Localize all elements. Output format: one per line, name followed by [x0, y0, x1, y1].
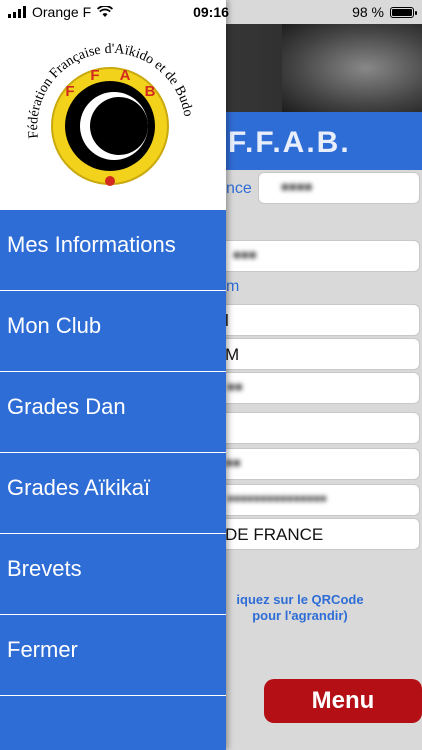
menu-item-label: Mon Club: [7, 313, 102, 338]
battery-percent: 98 %: [352, 4, 384, 20]
logo-letter-1: F: [65, 83, 74, 100]
menu-item-label: Grades Aïkikaï: [7, 475, 151, 500]
logo-letter-4: B: [145, 83, 156, 100]
portrait-image: [282, 24, 422, 112]
logo-area: Fédération Française d'Aïkido et de Budo…: [0, 0, 226, 210]
name-value: ■■■: [233, 247, 257, 262]
menu-item-label: Grades Dan: [7, 394, 126, 419]
section-label: m: [226, 278, 240, 295]
license-label: nce: [226, 180, 252, 197]
menu-item-label: Fermer: [7, 637, 78, 662]
side-drawer: Fédération Française d'Aïkido et de Budo…: [0, 0, 226, 750]
menu-item-label: Brevets: [7, 556, 82, 581]
menu-item-brevets[interactable]: Brevets: [0, 534, 226, 615]
field-row-3-value: ■■: [227, 379, 243, 394]
menu-button[interactable]: Menu: [264, 679, 422, 723]
ffab-logo: Fédération Française d'Aïkido et de Budo…: [26, 42, 195, 186]
license-field: ■■■■: [258, 172, 420, 204]
menu-item-label: Mes Informations: [7, 232, 176, 257]
menu-item-grades-aikikai[interactable]: Grades Aïkikaï: [0, 453, 226, 534]
country-value: DE FRANCE: [225, 525, 324, 544]
status-bar: Orange F 09:16 98 %: [0, 0, 422, 24]
field-row-1: l: [218, 304, 420, 336]
field-row-2-value: M: [225, 345, 240, 364]
menu-item-grades-dan[interactable]: Grades Dan: [0, 372, 226, 453]
country-field: DE FRANCE: [218, 518, 420, 550]
field-row-2: M: [218, 338, 420, 370]
license-value: ■■■■: [281, 179, 313, 194]
menu-item-fermer[interactable]: Fermer: [0, 615, 226, 696]
logo-letter-2: F: [90, 67, 99, 84]
page-title: F.F.A.B.: [228, 126, 351, 159]
field-row-5: ■■: [218, 448, 420, 480]
drawer-menu: Mes Informations Mon Club Grades Dan Gra…: [0, 210, 226, 696]
field-row-6: ■■■■■■■■■■■■■■■: [218, 484, 420, 516]
name-field: ■■■: [218, 240, 420, 272]
field-row-3: ■■: [218, 372, 420, 404]
battery-icon: [390, 6, 417, 18]
qrcode-hint: iquez sur le QRCode pour l'agrandir): [236, 592, 364, 623]
menu-item-mon-club[interactable]: Mon Club: [0, 291, 226, 372]
field-row-4: [218, 412, 420, 444]
menu-item-mes-informations[interactable]: Mes Informations: [0, 210, 226, 291]
field-row-6-value: ■■■■■■■■■■■■■■■: [227, 493, 327, 505]
field-row-5-value: ■■: [225, 455, 241, 470]
logo-letter-3: A: [120, 67, 131, 84]
